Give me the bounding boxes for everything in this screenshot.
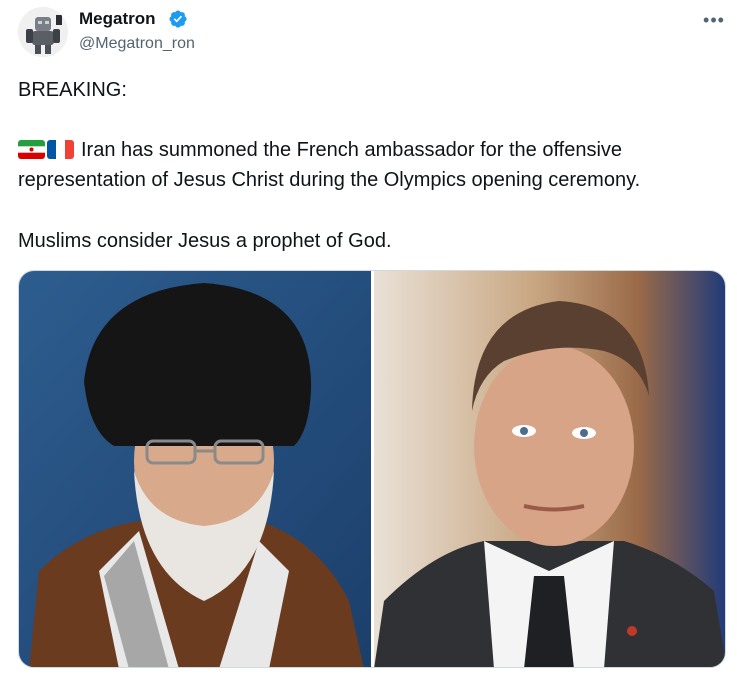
verified-badge-icon xyxy=(169,10,187,28)
tweet-text-line-3: representation of Jesus Christ during th… xyxy=(18,169,641,191)
portrait-cleric[interactable] xyxy=(19,271,371,667)
user-handle[interactable]: @Megatron_ron xyxy=(79,34,195,54)
tweet-media[interactable] xyxy=(18,270,726,668)
display-name[interactable]: Megatron xyxy=(79,9,156,29)
more-options-icon[interactable]: ••• xyxy=(702,10,726,30)
portrait-politician[interactable] xyxy=(374,271,725,667)
tweet-text-line-2: Iran has summoned the French ambassador … xyxy=(18,137,622,163)
tweet-text-line-1: BREAKING: xyxy=(18,79,127,101)
tweet-text-line-2-body: Iran has summoned the French ambassador … xyxy=(81,139,623,161)
tweet-card[interactable]: Megatron @Megatron_ron ••• BREAKING: Ira… xyxy=(0,0,737,681)
tweet-text-line-4: Muslims consider Jesus a prophet of God. xyxy=(18,230,392,252)
france-flag-icon xyxy=(47,140,74,159)
user-avatar[interactable] xyxy=(18,7,68,57)
iran-flag-icon xyxy=(18,140,45,159)
